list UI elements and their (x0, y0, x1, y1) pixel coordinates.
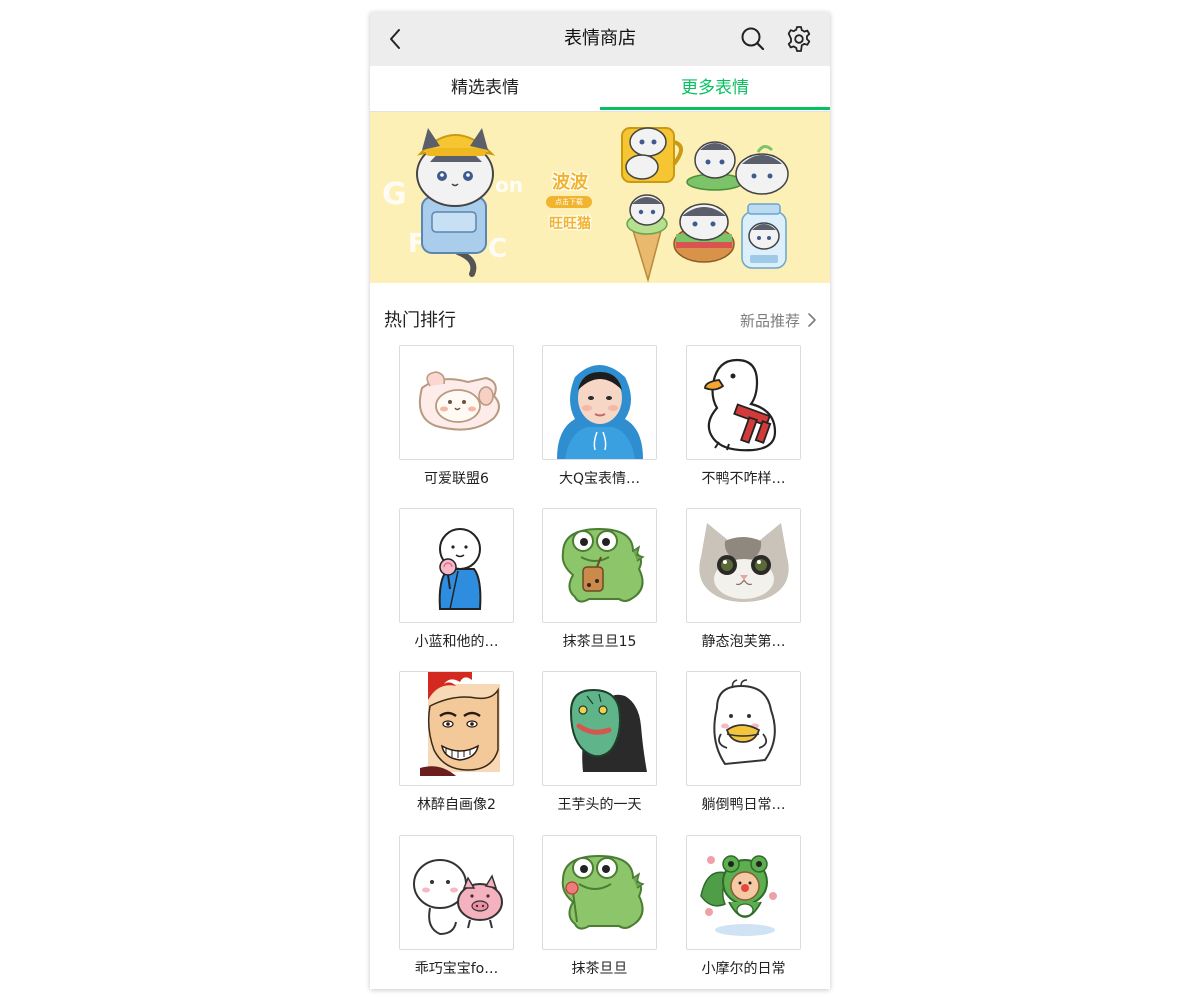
sticker-name: 静态泡芙第… (701, 634, 786, 650)
sticker-item[interactable]: 可爱联盟6 (399, 345, 515, 495)
sticker-item[interactable]: 躺倒鸭日常… (686, 671, 802, 821)
sticker-thumbnail[interactable] (542, 345, 657, 460)
sticker-name: 小摩尔的日常 (701, 961, 786, 977)
duck-sticker-icon (704, 358, 777, 452)
top-bar: 表情商店 (370, 12, 830, 66)
section-title: 热门排行 (384, 310, 456, 331)
sticker-item[interactable]: 抹茶旦旦 (542, 835, 658, 985)
sticker-name: 林醉自画像2 (417, 797, 496, 813)
sticker-item[interactable]: 林醉自画像2 (399, 671, 515, 821)
frog-hood-icon (700, 855, 777, 936)
sticker-item[interactable]: 王芋头的一天 (542, 671, 658, 821)
blue-boy-icon (438, 528, 482, 610)
sticker-item[interactable]: 不鸭不咋样… (686, 345, 802, 495)
sticker-thumbnail[interactable] (542, 508, 657, 623)
sticker-name: 大Q宝表情… (558, 471, 641, 487)
tab-featured-stickers[interactable]: 精选表情 (370, 66, 600, 111)
sticker-item[interactable]: 乖巧宝宝fo… (399, 835, 515, 985)
sticker-thumbnail[interactable] (399, 508, 514, 623)
green-dino-flower-icon (561, 854, 645, 930)
sticker-item[interactable]: 小摩尔的日常 (686, 835, 802, 985)
sticker-thumbnail[interactable] (399, 345, 514, 460)
sticker-name: 不鸭不咋样… (701, 471, 786, 487)
child-photo-icon (557, 365, 643, 459)
chevron-right-icon[interactable] (806, 312, 818, 328)
sticker-name: 王芋头的一天 (557, 797, 642, 813)
banner-download-badge: 点击下载 (546, 196, 592, 208)
sticker-item[interactable]: 大Q宝表情… (542, 345, 658, 495)
new-arrivals-link[interactable]: 新品推荐 (740, 310, 800, 331)
sticker-name: 抹茶旦旦 (571, 961, 628, 977)
green-dino-icon (561, 527, 645, 603)
lying-duck-icon (713, 679, 776, 766)
face-drawing-icon (420, 672, 500, 776)
sticker-name: 乖巧宝宝fo… (414, 961, 499, 977)
sticker-name: 小蓝和他的… (414, 634, 499, 650)
svg-text:C: C (488, 234, 507, 264)
active-tab-indicator (600, 107, 830, 110)
search-icon[interactable] (739, 25, 767, 53)
sticker-thumbnail[interactable] (542, 671, 657, 786)
sticker-thumbnail[interactable] (686, 345, 801, 460)
chevron-left-icon[interactable] (382, 25, 410, 53)
sticker-item[interactable]: 静态泡芙第… (686, 508, 802, 658)
tab-bar: 精选表情 更多表情 (370, 66, 830, 112)
sticker-store-screen: 表情商店 精选表情 更多表情 G on F C 波波 点击下载 旺旺猫 热门排行… (370, 12, 830, 989)
sticker-name: 躺倒鸭日常… (701, 797, 786, 813)
cat-banner-illustration: G on F C (382, 127, 789, 283)
banner-title: 波波 (552, 172, 588, 193)
sticker-item[interactable]: 小蓝和他的… (399, 508, 515, 658)
tab-more-stickers[interactable]: 更多表情 (600, 66, 830, 111)
sticker-name: 抹茶旦旦15 (562, 634, 637, 650)
sticker-thumbnail[interactable] (399, 671, 514, 786)
bunny-sticker-icon (418, 371, 500, 431)
baby-pig-icon (413, 859, 503, 936)
sticker-thumbnail[interactable] (542, 835, 657, 950)
svg-text:G: G (382, 177, 407, 212)
banner-name: 旺旺猫 (549, 216, 591, 232)
svg-text:on: on (495, 173, 523, 197)
gear-icon[interactable] (784, 24, 814, 54)
sticker-item[interactable]: 抹茶旦旦15 (542, 508, 658, 658)
sticker-thumbnail[interactable] (686, 835, 801, 950)
featured-banner[interactable]: G on F C 波波 点击下载 旺旺猫 (370, 112, 830, 283)
sticker-thumbnail[interactable] (686, 671, 801, 786)
sticker-thumbnail[interactable] (686, 508, 801, 623)
mask-face-icon (569, 688, 647, 772)
sticker-name: 可爱联盟6 (424, 471, 489, 487)
cat-photo-icon (699, 523, 789, 602)
sticker-thumbnail[interactable] (399, 835, 514, 950)
